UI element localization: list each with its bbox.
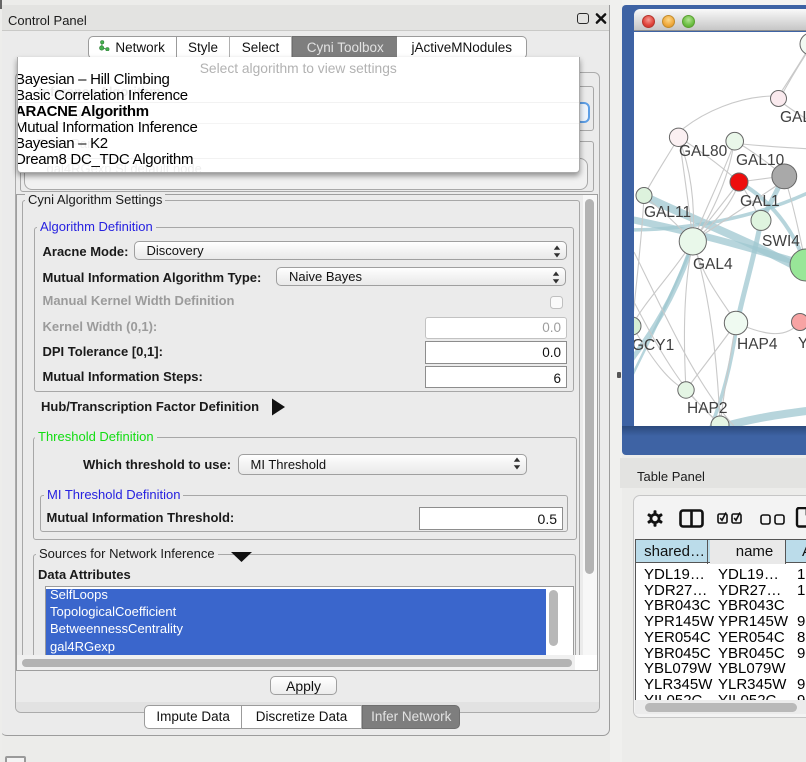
svg-text:GAL1: GAL1 — [740, 193, 780, 210]
svg-text:GAL80: GAL80 — [679, 143, 728, 160]
svg-text:Y: Y — [798, 335, 806, 352]
svg-text:HAP4: HAP4 — [737, 336, 778, 353]
svg-text:GAL10: GAL10 — [736, 152, 785, 169]
svg-text:HAP2: HAP2 — [687, 400, 728, 417]
svg-text:GCY1: GCY1 — [634, 337, 674, 354]
svg-text:GAL8: GAL8 — [780, 109, 806, 126]
svg-text:SWI4: SWI4 — [762, 233, 800, 250]
svg-text:GAL11: GAL11 — [644, 204, 691, 221]
svg-text:GAL4: GAL4 — [693, 256, 733, 273]
